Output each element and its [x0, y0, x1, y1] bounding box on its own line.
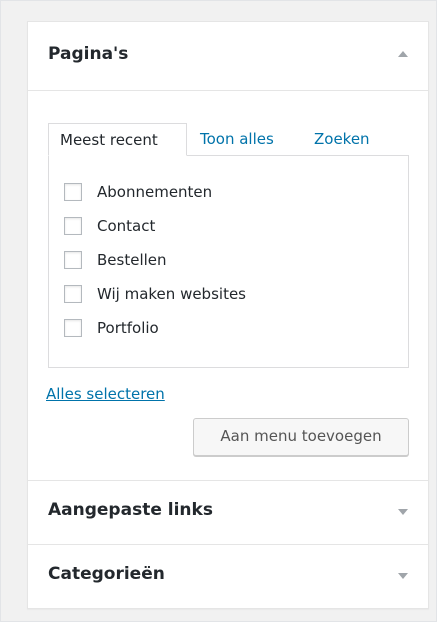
section-pages-header[interactable]: Pagina's — [28, 22, 428, 90]
section-pages-body: Meest recent Toon alles Zoeken Abonnemen… — [28, 90, 428, 480]
checkbox[interactable] — [64, 251, 82, 269]
section-categories-header[interactable]: Categorieën — [28, 545, 428, 608]
section-custom-links: Aangepaste links — [28, 481, 428, 545]
checkbox[interactable] — [64, 217, 82, 235]
checkbox-label: Contact — [97, 217, 156, 235]
pages-tabs: Meest recent Toon alles Zoeken — [48, 123, 409, 156]
checkbox[interactable] — [64, 183, 82, 201]
section-categories-title: Categorieën — [48, 564, 165, 584]
arrow-up-icon[interactable] — [398, 51, 408, 57]
checkbox[interactable] — [64, 285, 82, 303]
checkbox-label: Wij maken websites — [97, 285, 246, 303]
checkbox-label: Bestellen — [97, 251, 167, 269]
checkbox-label: Abonnementen — [97, 183, 213, 201]
select-all-link[interactable]: Alles selecteren — [46, 385, 165, 403]
add-to-menu-button[interactable]: Aan menu toevoegen — [193, 418, 409, 456]
section-custom-links-title: Aangepaste links — [48, 500, 213, 520]
tab-show-all[interactable]: Toon alles — [200, 123, 274, 156]
section-pages-title: Pagina's — [48, 44, 129, 64]
menu-items-accordion: Pagina's Meest recent Toon alles Zoeken … — [27, 21, 429, 609]
section-categories: Categorieën — [28, 545, 428, 608]
tab-most-recent[interactable]: Meest recent — [48, 123, 187, 156]
tab-panel-most-recent: Abonnementen Contact Bestellen Wij maken… — [48, 155, 409, 368]
arrow-down-icon[interactable] — [398, 573, 408, 579]
checkbox[interactable] — [64, 319, 82, 337]
screen-frame: Pagina's Meest recent Toon alles Zoeken … — [0, 0, 437, 622]
section-pages: Pagina's Meest recent Toon alles Zoeken … — [28, 22, 428, 481]
tab-search[interactable]: Zoeken — [314, 123, 370, 156]
section-custom-links-header[interactable]: Aangepaste links — [28, 481, 428, 544]
checkbox-label: Portfolio — [97, 319, 159, 337]
arrow-down-icon[interactable] — [398, 509, 408, 515]
